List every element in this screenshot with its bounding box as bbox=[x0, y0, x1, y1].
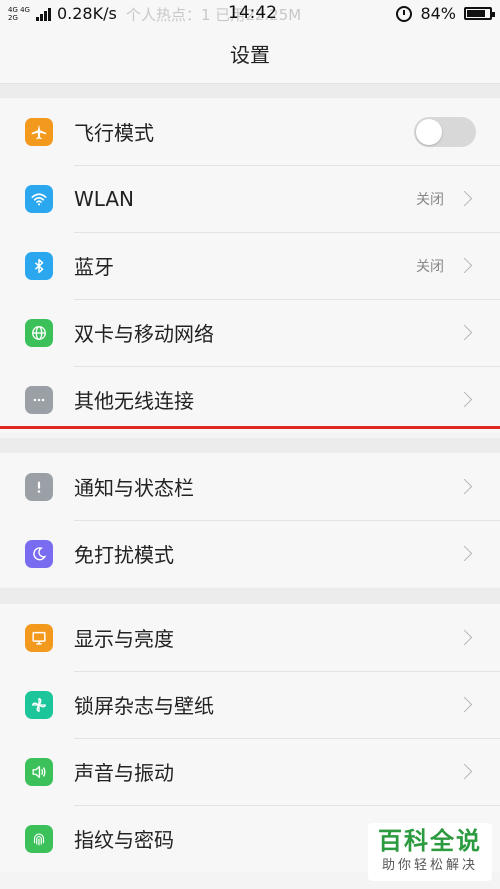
status-bar: 4G 4G 2G 0.28K/s 个人热点：1 已用22.25M 14:42 8… bbox=[0, 0, 500, 28]
bluetooth-status: 关闭 bbox=[416, 258, 444, 275]
battery-percent: 84% bbox=[420, 4, 456, 23]
wlan-status: 关闭 bbox=[416, 191, 444, 208]
battery-icon bbox=[464, 7, 495, 20]
settings-item-label: 双卡与移动网络 bbox=[74, 322, 214, 346]
settings-item-label: 锁屏杂志与壁纸 bbox=[74, 694, 214, 718]
airplane-mode-toggle[interactable] bbox=[414, 116, 476, 147]
bluetooth-icon bbox=[25, 251, 53, 280]
status-left: 4G 4G 2G 0.28K/s bbox=[8, 4, 117, 23]
pinwheel-icon bbox=[25, 690, 53, 719]
chevron-right-icon bbox=[456, 257, 473, 274]
chevron-right-icon bbox=[456, 324, 473, 341]
settings-item-label: 其他无线连接 bbox=[74, 389, 194, 413]
settings-item-other-wireless[interactable]: 其他无线连接 bbox=[0, 366, 500, 433]
chevron-right-icon bbox=[456, 629, 473, 646]
settings-item-label: 免打扰模式 bbox=[74, 543, 174, 567]
settings-item-sound[interactable]: 声音与振动 bbox=[0, 738, 500, 805]
watermark-title: 百科全说 bbox=[378, 827, 482, 855]
section-gap bbox=[0, 438, 500, 453]
network-speed: 0.28K/s bbox=[56, 4, 117, 23]
highlight-underline bbox=[0, 426, 500, 429]
globe-icon bbox=[25, 318, 53, 347]
speaker-icon bbox=[25, 757, 53, 786]
settings-item-label: WLAN bbox=[74, 186, 135, 211]
monitor-icon bbox=[25, 623, 53, 652]
chevron-right-icon bbox=[456, 478, 473, 495]
airplane-icon bbox=[25, 117, 53, 146]
settings-item-do-not-disturb[interactable]: 免打扰模式 bbox=[0, 520, 500, 587]
chevron-right-icon bbox=[456, 763, 473, 780]
chevron-right-icon bbox=[456, 190, 473, 207]
settings-item-label: 通知与状态栏 bbox=[74, 476, 194, 500]
clock: 14:42 bbox=[228, 3, 277, 23]
more-dots-icon bbox=[25, 385, 53, 414]
settings-group-notifications: 通知与状态栏 免打扰模式 bbox=[0, 453, 500, 587]
fingerprint-icon bbox=[25, 824, 53, 853]
chevron-right-icon bbox=[456, 391, 473, 408]
watermark-logo: 百科全说 助你轻松解决 bbox=[368, 823, 492, 881]
network-type-tag: 4G 4G 2G bbox=[8, 6, 30, 22]
settings-item-airplane-mode[interactable]: 飞行模式 bbox=[0, 98, 500, 165]
section-gap bbox=[0, 84, 500, 98]
moon-icon bbox=[25, 539, 53, 568]
chevron-right-icon bbox=[456, 696, 473, 713]
alarm-icon bbox=[396, 5, 413, 22]
settings-item-label: 飞行模式 bbox=[74, 121, 154, 145]
settings-item-label: 指纹与密码 bbox=[74, 828, 174, 852]
settings-item-lockscreen[interactable]: 锁屏杂志与壁纸 bbox=[0, 671, 500, 738]
settings-item-label: 蓝牙 bbox=[74, 255, 114, 279]
status-right: 84% bbox=[396, 4, 495, 23]
settings-group-connectivity: 飞行模式 WLAN 关闭 蓝牙 关闭 双卡与移动网络 其他无线连接 bbox=[0, 98, 500, 433]
page-title: 设置 bbox=[0, 28, 500, 84]
network-tag-top: 4G 4G bbox=[8, 5, 30, 14]
wifi-icon bbox=[25, 184, 53, 213]
watermark-subtitle: 助你轻松解决 bbox=[381, 858, 478, 873]
settings-item-label: 声音与振动 bbox=[74, 761, 174, 785]
signal-bars-icon bbox=[35, 7, 51, 21]
section-gap bbox=[0, 588, 500, 604]
network-tag-bottom: 2G bbox=[8, 13, 18, 22]
settings-item-dual-sim[interactable]: 双卡与移动网络 bbox=[0, 299, 500, 366]
settings-item-label: 显示与亮度 bbox=[74, 627, 174, 651]
chevron-right-icon bbox=[456, 545, 473, 562]
settings-item-bluetooth[interactable]: 蓝牙 关闭 bbox=[0, 232, 500, 299]
settings-item-notifications[interactable]: 通知与状态栏 bbox=[0, 453, 500, 520]
exclamation-icon bbox=[25, 472, 53, 501]
settings-item-display[interactable]: 显示与亮度 bbox=[0, 604, 500, 671]
settings-item-wlan[interactable]: WLAN 关闭 bbox=[0, 165, 500, 232]
